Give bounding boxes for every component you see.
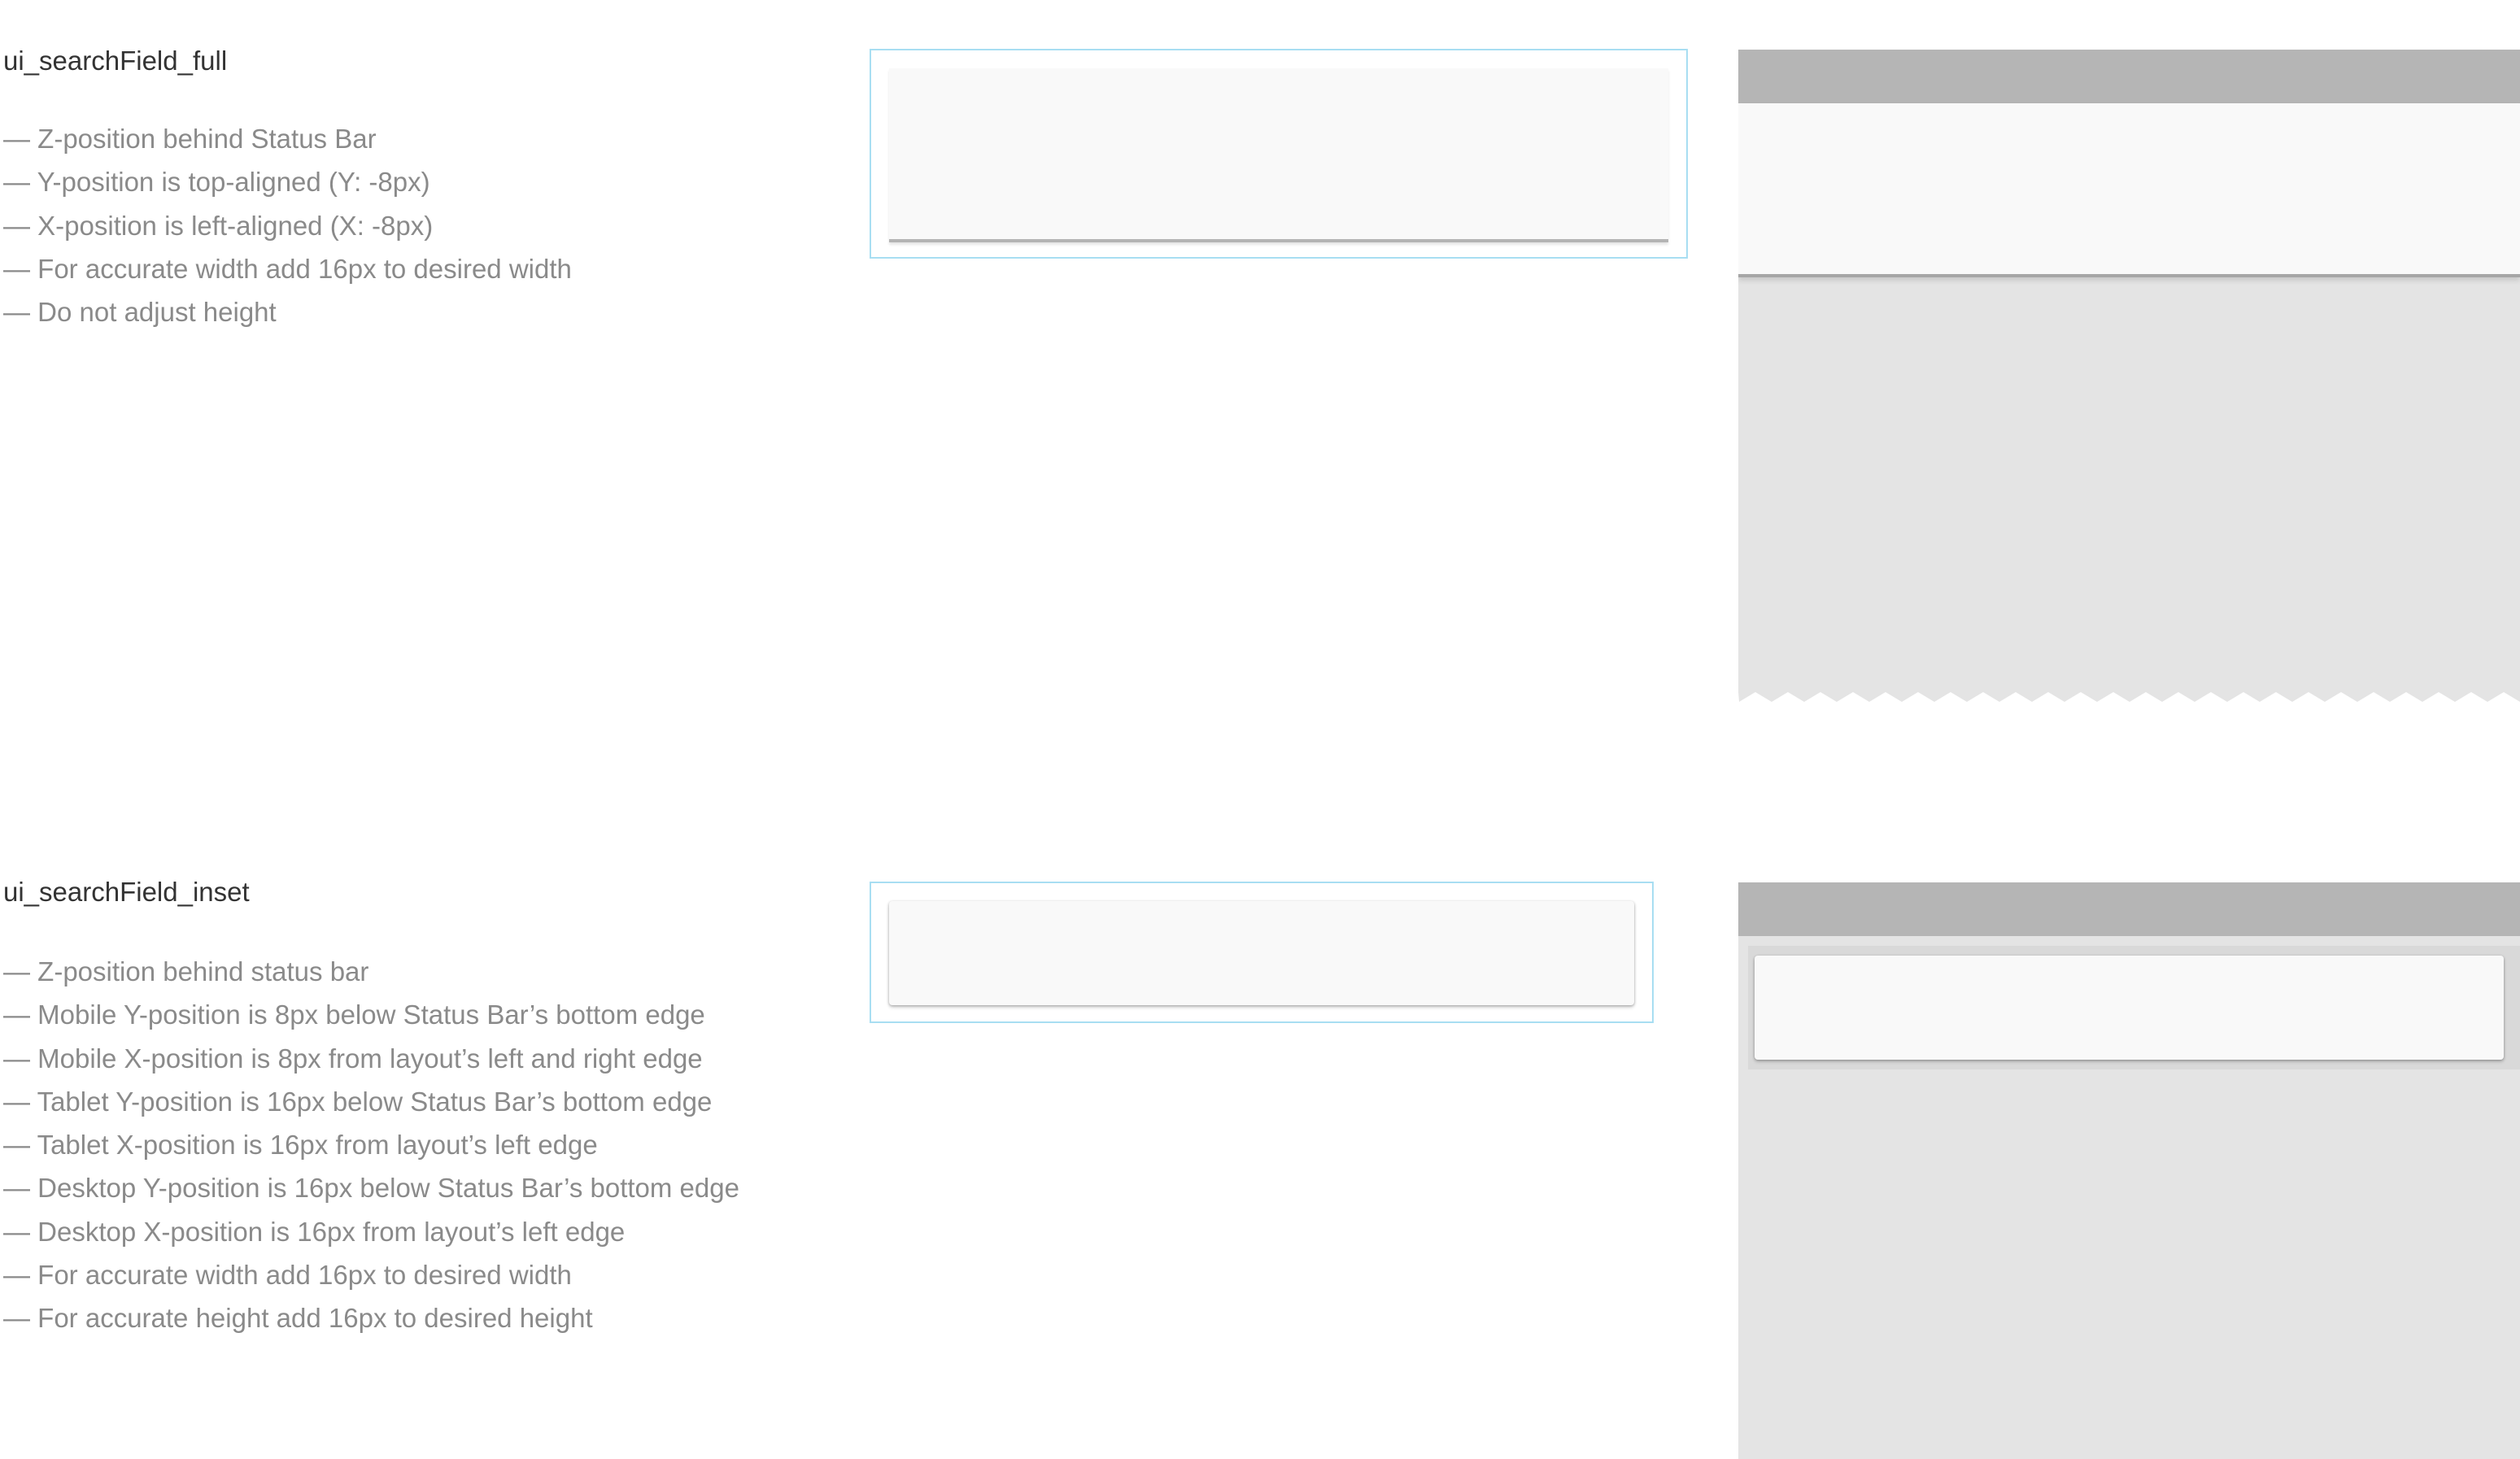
spec-note: — X-position is left-aligned (X: -8px) [3, 210, 434, 241]
spec-note: — Tablet Y-position is 16px below Status… [3, 1086, 713, 1117]
spec-notes-inset: — Z-position behind status bar — Mobile … [3, 950, 739, 1340]
spec-note: — Z-position behind status bar [3, 956, 369, 986]
status-bar [1738, 882, 2520, 936]
component-preview-frame-inset [870, 882, 1654, 1023]
search-field-full-component[interactable] [889, 68, 1668, 242]
spec-note: — Desktop Y-position is 16px below Statu… [3, 1173, 739, 1204]
spec-note: — Tablet X-position is 16px from layout’… [3, 1130, 598, 1161]
spec-note: — Mobile Y-position is 8px below Status … [3, 1000, 705, 1030]
spec-notes-full: — Z-position behind Status Bar — Y-posit… [3, 117, 572, 333]
spec-note: — For accurate height add 16px to desire… [3, 1303, 593, 1334]
spec-note: — Z-position behind Status Bar [3, 124, 377, 154]
search-field-inset-component[interactable] [889, 901, 1634, 1005]
spec-title-full: ui_searchField_full [3, 46, 228, 76]
search-field-inset-section: ui_searchField_inset — Z-position behind… [0, 833, 2520, 1459]
spec-note: — Do not adjust height [3, 297, 277, 328]
spec-note: — For accurate width add 16px to desired… [3, 253, 572, 284]
spec-note: — Mobile X-position is 8px from layout’s… [3, 1043, 703, 1074]
spec-note: — For accurate width add 16px to desired… [3, 1260, 572, 1291]
search-field-full-in-context[interactable] [1738, 103, 2520, 277]
spec-note: — Y-position is top-aligned (Y: -8px) [3, 167, 430, 198]
component-preview-frame-full [870, 49, 1688, 259]
content-area [1738, 277, 2520, 712]
search-field-inset-in-context[interactable] [1755, 956, 2504, 1060]
spec-title-inset: ui_searchField_inset [3, 877, 250, 907]
spec-note: — Desktop X-position is 16px from layout… [3, 1216, 626, 1247]
device-context-mockup-inset [1738, 882, 2520, 1459]
status-bar [1738, 50, 2520, 103]
torn-edge-content-shape [1738, 277, 2520, 702]
device-context-mockup-full [1738, 50, 2520, 712]
search-field-full-section: ui_searchField_full — Z-position behind … [0, 0, 2520, 732]
